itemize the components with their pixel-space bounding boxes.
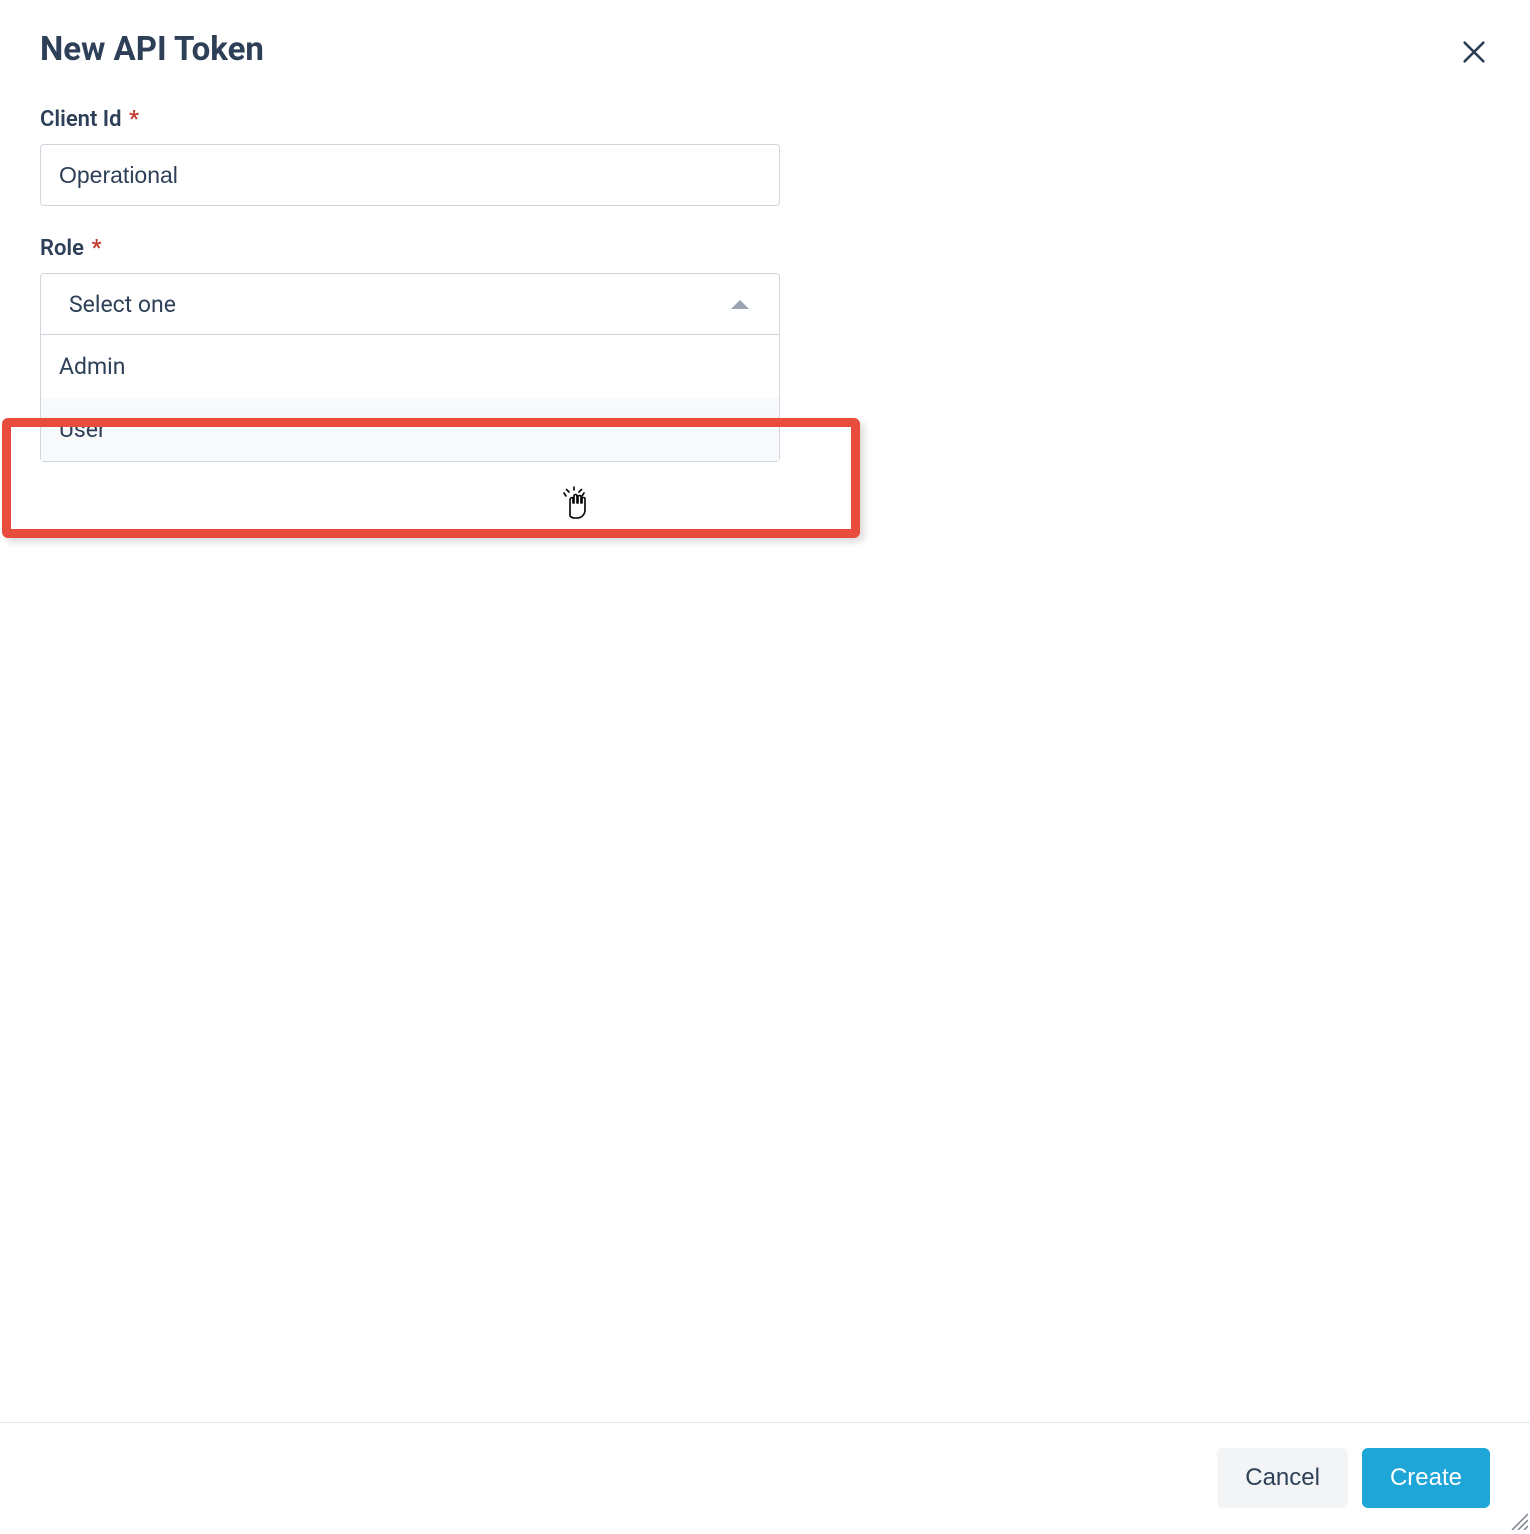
modal-footer: Cancel Create [0,1422,1530,1532]
close-icon [1460,38,1488,66]
role-label-text: Role [40,236,84,261]
new-api-token-modal: New API Token Client Id * Role * Select … [0,0,1530,1532]
role-select[interactable]: Select one Admin User [40,273,780,335]
role-option-user[interactable]: User [41,398,779,461]
close-button[interactable] [1458,36,1490,68]
required-asterisk: * [129,107,139,132]
client-id-label-text: Client Id [40,107,122,132]
create-button[interactable]: Create [1362,1448,1490,1508]
client-id-input[interactable] [40,144,780,206]
role-select-display[interactable]: Select one [40,273,780,335]
required-asterisk: * [91,236,101,261]
client-id-group: Client Id * [40,107,780,206]
modal-title: New API Token [40,30,1490,69]
role-dropdown: Admin User [40,335,780,462]
role-group: Role * Select one Admin User [40,236,780,335]
role-select-placeholder: Select one [69,291,176,318]
client-id-label: Client Id * [40,107,139,132]
caret-up-icon [731,300,749,309]
role-option-admin[interactable]: Admin [41,335,779,398]
cancel-button[interactable]: Cancel [1217,1448,1348,1508]
cursor-pointer-icon [560,486,590,524]
resize-handle-icon[interactable] [1508,1510,1528,1530]
role-label: Role * [40,236,101,261]
